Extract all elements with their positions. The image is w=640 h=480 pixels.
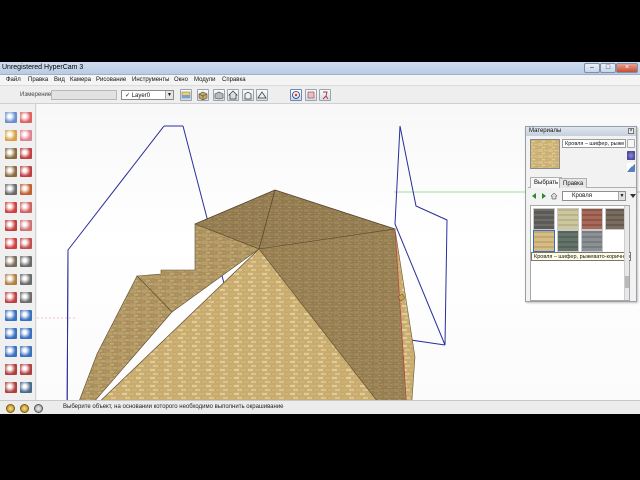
- swatch-slate-green[interactable]: [557, 230, 579, 252]
- box-3d-icon[interactable]: [197, 89, 209, 101]
- forward-arrow-icon[interactable]: [540, 192, 548, 200]
- menu-bar: Файл Правка Вид Камера Рисование Инструм…: [0, 75, 640, 86]
- materials-grid: Кровля – шифер, рыжевато-коричневый: [530, 205, 631, 301]
- layer-value: Layer0: [131, 93, 151, 99]
- create-material-icon[interactable]: [627, 163, 635, 172]
- front-view-icon[interactable]: [242, 89, 254, 101]
- look-around-icon[interactable]: [20, 364, 32, 375]
- materials-title: Материалы: [529, 128, 562, 134]
- follow-me-icon[interactable]: [20, 220, 32, 231]
- materials-scrollbar[interactable]: [624, 206, 629, 300]
- menu-edit[interactable]: Правка: [28, 77, 48, 83]
- menu-view[interactable]: Вид: [54, 77, 65, 83]
- position-camera-icon[interactable]: [305, 89, 317, 101]
- section-plane-icon[interactable]: [20, 382, 32, 393]
- chevron-down-icon[interactable]: ▼: [165, 91, 173, 99]
- menu-file[interactable]: Файл: [6, 77, 21, 83]
- library-value: Кровля: [572, 193, 592, 199]
- previous-view-icon[interactable]: [20, 346, 32, 357]
- material-preview[interactable]: [530, 139, 560, 169]
- walk-icon[interactable]: [5, 382, 17, 393]
- layer-manager-icon[interactable]: [180, 89, 192, 101]
- push-pull-icon[interactable]: [20, 202, 32, 213]
- eraser-icon[interactable]: [20, 112, 32, 123]
- rectangle-icon[interactable]: [5, 148, 17, 159]
- orbit-icon[interactable]: [5, 310, 17, 321]
- material-name-field[interactable]: Кровля – шифер, рыже: [562, 139, 626, 148]
- menu-plugins[interactable]: Модули: [194, 77, 216, 83]
- walk-icon[interactable]: [319, 89, 331, 101]
- materials-tabs: Выбрать Правка: [528, 177, 636, 188]
- home-icon[interactable]: [550, 192, 558, 200]
- tab-edit[interactable]: Правка: [559, 178, 588, 188]
- circle-icon[interactable]: [5, 166, 17, 177]
- rotate-icon[interactable]: [5, 220, 17, 231]
- help-icon[interactable]: [34, 404, 43, 413]
- pan-icon[interactable]: [20, 310, 32, 321]
- measure-input[interactable]: [51, 90, 117, 100]
- back-arrow-icon[interactable]: [530, 192, 538, 200]
- swatch-slate-tan[interactable]: [533, 230, 555, 252]
- credits-icon[interactable]: [20, 404, 29, 413]
- swatch-slate-grey[interactable]: [533, 208, 555, 230]
- 3d-text-icon[interactable]: [20, 292, 32, 303]
- right-view-icon[interactable]: [256, 89, 268, 101]
- scale-icon[interactable]: [5, 238, 17, 249]
- tab-select[interactable]: Выбрать: [530, 177, 563, 188]
- zoom-window-icon[interactable]: [20, 328, 32, 339]
- text-icon[interactable]: [20, 274, 32, 285]
- swatch-tooltip: Кровля – шифер, рыжевато-коричневый: [531, 252, 631, 261]
- menu-help[interactable]: Справка: [222, 77, 246, 83]
- screen: Unregistered HyperCam 3 – □ × Файл Правк…: [0, 0, 640, 480]
- layer-select[interactable]: ✓ Layer0 ▼: [121, 90, 174, 100]
- zoom-extents-icon[interactable]: [5, 346, 17, 357]
- axes-icon[interactable]: [5, 292, 17, 303]
- materials-nav: Кровля ▼: [530, 191, 636, 202]
- eraser-small-icon[interactable]: [20, 130, 32, 141]
- line-pencil-icon[interactable]: [20, 148, 32, 159]
- swatch-tile-light[interactable]: [557, 208, 579, 230]
- iso-view-icon[interactable]: [213, 89, 225, 101]
- details-icon[interactable]: [629, 192, 637, 200]
- menu-draw[interactable]: Рисование: [96, 77, 126, 83]
- paint-bucket-icon[interactable]: [627, 151, 635, 160]
- freehand-icon[interactable]: [20, 184, 32, 195]
- position-camera-icon[interactable]: [5, 364, 17, 375]
- paint-bucket-icon[interactable]: [5, 130, 17, 141]
- status-message: Выберите объект, на основании которого н…: [63, 404, 284, 410]
- geo-location-icon[interactable]: [6, 404, 15, 413]
- close-icon[interactable]: ×: [628, 128, 634, 134]
- window-title: Unregistered HyperCam 3: [2, 64, 84, 71]
- status-bar: Выберите объект, на основании которого н…: [0, 400, 640, 414]
- protractor-icon[interactable]: [5, 274, 17, 285]
- offset-icon[interactable]: [20, 238, 32, 249]
- layer-check: ✓: [125, 93, 131, 99]
- arc-icon[interactable]: [20, 166, 32, 177]
- measure-label: Измерение: [20, 92, 52, 98]
- minimize-icon[interactable]: –: [584, 63, 600, 73]
- materials-panel: Материалы × Кровля – шифер, рыже Выбрать…: [525, 126, 637, 302]
- library-select[interactable]: Кровля ▼: [562, 191, 626, 201]
- toolbar: Измерение ✓ Layer0 ▼: [0, 86, 640, 104]
- move-icon[interactable]: [5, 202, 17, 213]
- orbit-icon[interactable]: [290, 89, 302, 101]
- chevron-down-icon[interactable]: ▼: [618, 192, 625, 200]
- menu-tools[interactable]: Инструменты: [132, 77, 169, 83]
- tape-measure-icon[interactable]: [5, 256, 17, 267]
- menu-camera[interactable]: Камера: [70, 77, 91, 83]
- title-bar[interactable]: Unregistered HyperCam 3 – □ ×: [0, 62, 640, 75]
- dimension-icon[interactable]: [20, 256, 32, 267]
- home-view-icon[interactable]: [227, 89, 239, 101]
- materials-panel-title-bar[interactable]: Материалы ×: [526, 127, 636, 136]
- close-icon[interactable]: ×: [616, 63, 638, 73]
- swatch-tile-red[interactable]: [581, 208, 603, 230]
- menu-window[interactable]: Окно: [174, 77, 188, 83]
- polygon-icon[interactable]: [5, 184, 17, 195]
- display-secondary-icon[interactable]: [627, 139, 635, 148]
- tool-palette: [0, 104, 36, 404]
- zoom-icon[interactable]: [5, 328, 17, 339]
- maximize-icon[interactable]: □: [600, 63, 616, 73]
- select-arrow-icon[interactable]: [5, 112, 17, 123]
- swatch-metal-grey[interactable]: [581, 230, 603, 252]
